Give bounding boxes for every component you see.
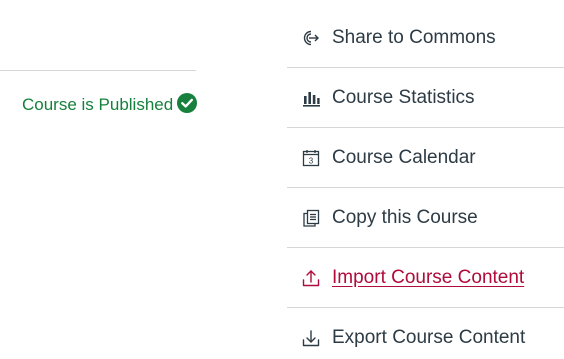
course-calendar-button[interactable]: 3 Course Calendar <box>287 127 564 187</box>
bar-chart-icon <box>300 87 322 109</box>
course-calendar-label: Course Calendar <box>332 146 476 168</box>
divider <box>0 70 196 71</box>
copy-course-label: Copy this Course <box>332 206 478 228</box>
share-commons-icon <box>300 27 322 49</box>
publish-status: Course is Published <box>22 93 198 115</box>
import-course-content-button[interactable]: Import Course Content <box>287 247 564 307</box>
upload-icon <box>300 267 322 289</box>
course-statistics-button[interactable]: Course Statistics <box>287 67 564 127</box>
share-to-commons-button[interactable]: Share to Commons <box>287 8 564 67</box>
check-circle-icon <box>177 93 198 113</box>
copy-icon <box>300 207 322 229</box>
copy-course-button[interactable]: Copy this Course <box>287 187 564 247</box>
share-to-commons-label: Share to Commons <box>332 26 496 48</box>
course-actions-list: Share to Commons Course Statistics 3 Cou… <box>287 8 564 359</box>
export-course-content-button[interactable]: Export Course Content <box>287 307 564 359</box>
publish-status-label: Course is Published <box>22 95 174 114</box>
svg-text:3: 3 <box>309 156 314 165</box>
course-home-sidebar: Course is Published Share to Commons Cou… <box>0 0 564 359</box>
export-course-content-label: Export Course Content <box>332 326 526 348</box>
course-statistics-label: Course Statistics <box>332 86 475 108</box>
import-course-content-link[interactable]: Import Course Content <box>332 267 524 289</box>
download-icon <box>300 327 322 349</box>
calendar-icon: 3 <box>300 147 322 169</box>
